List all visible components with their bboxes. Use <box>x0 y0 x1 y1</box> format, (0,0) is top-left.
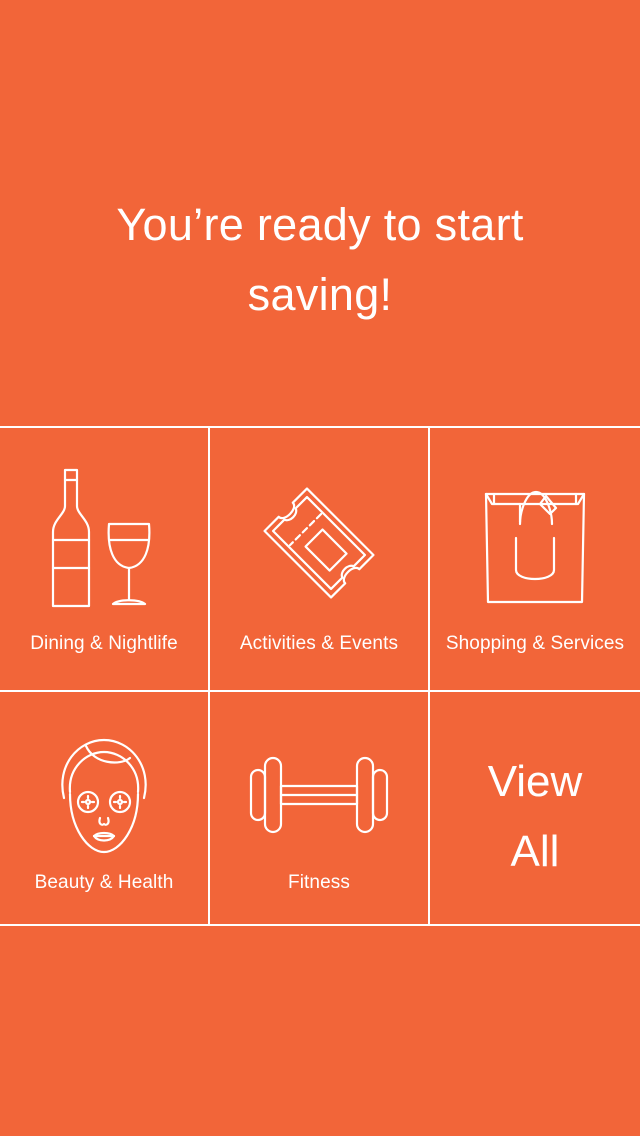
view-all-label: View All <box>430 747 640 887</box>
category-label: Fitness <box>288 872 350 893</box>
category-tile-fitness[interactable]: Fitness <box>210 692 428 924</box>
grid-divider-bottom <box>0 924 640 926</box>
shopping-bag-icon <box>430 484 640 604</box>
page-title-line-1: You’re ready to start <box>116 199 524 250</box>
ticket-icon <box>210 473 428 613</box>
category-tile-activities-events[interactable]: Activities & Events <box>210 428 428 690</box>
view-all-line-2: All <box>510 827 560 876</box>
page-title: You’re ready to start saving! <box>40 190 600 330</box>
page-title-line-2: saving! <box>247 269 393 320</box>
category-grid: Dining & Nightlife Activities & Events S… <box>0 426 640 926</box>
category-label: Activities & Events <box>239 633 399 654</box>
category-tile-beauty-health[interactable]: Beauty & Health <box>0 692 208 924</box>
category-tile-shopping-services[interactable]: Shopping & Services <box>430 428 640 690</box>
view-all-button[interactable]: View All <box>430 692 640 924</box>
category-label: Shopping & Services <box>445 633 625 654</box>
category-label: Dining & Nightlife <box>30 633 178 654</box>
onboarding-screen: You’re ready to start saving! Dining & N… <box>0 0 640 1136</box>
dumbbell-icon <box>210 750 428 840</box>
view-all-line-1: View <box>487 757 583 806</box>
category-label: Beauty & Health <box>34 872 174 893</box>
category-tile-dining-nightlife[interactable]: Dining & Nightlife <box>0 428 208 690</box>
face-mask-icon <box>0 736 208 856</box>
wine-bottle-and-glass-icon <box>0 468 208 608</box>
